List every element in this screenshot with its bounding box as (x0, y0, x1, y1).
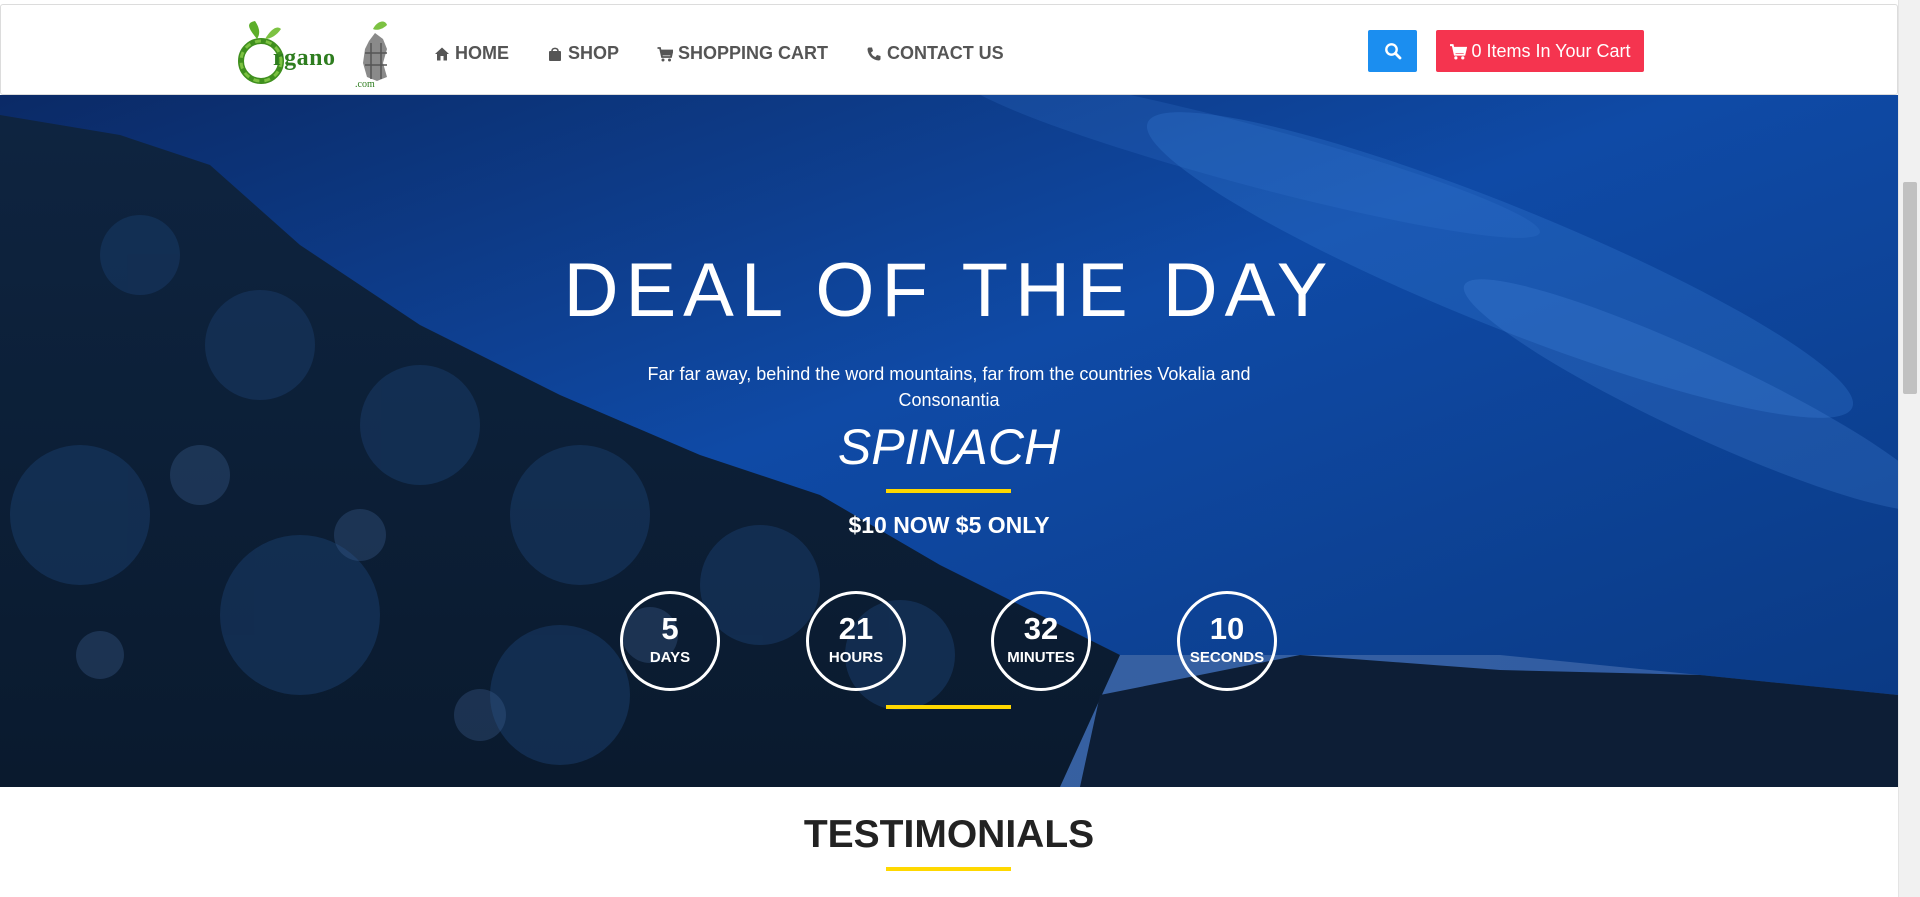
navbar: rgano .com HOME SHOP SHOPPING CART CONTA… (0, 4, 1898, 95)
nav-shopping-cart-label: SHOPPING CART (678, 43, 829, 63)
nav-shop-label: SHOP (568, 43, 620, 63)
nav-shopping-cart-link[interactable]: SHOPPING CART (656, 43, 828, 64)
countdown-days-label: DAYS (649, 649, 691, 666)
hero-title: DEAL OF THE DAY (563, 248, 1335, 333)
countdown-hours-value: 21 (838, 611, 874, 646)
countdown-days-value: 5 (661, 611, 679, 646)
page-scrollbar[interactable] (1898, 0, 1920, 897)
countdown-seconds-label: SECONDS (1189, 649, 1265, 666)
nav-home-label: HOME (455, 43, 509, 63)
cart-icon (656, 45, 674, 63)
countdown-minutes-label: MINUTES (1007, 649, 1075, 666)
search-button[interactable] (1368, 30, 1417, 72)
page: rgano .com HOME SHOP SHOPPING CART CONTA… (0, 0, 1920, 897)
deal-of-the-day-hero: DEAL OF THE DAY Far far away, behind the… (0, 95, 1898, 787)
testimonials-heading: TESTIMONIALS (803, 813, 1095, 856)
product-underline (886, 489, 1011, 493)
phone-icon (865, 45, 883, 63)
nav-contact-label: CONTACT US (887, 43, 1004, 63)
hero-subtitle: Far far away, behind the word mountains,… (647, 364, 1251, 410)
scrollbar-thumb[interactable] (1903, 182, 1917, 394)
countdown-minutes: 32 MINUTES (991, 591, 1091, 691)
home-icon (433, 45, 451, 63)
shopping-bag-icon (546, 45, 564, 63)
deal-price: $10 NOW $5 ONLY (848, 512, 1050, 538)
countdown-days: 5 DAYS (620, 591, 720, 691)
countdown-hours-label: HOURS (828, 649, 884, 666)
nav-shop-link[interactable]: SHOP (546, 43, 619, 64)
nav-contact-link[interactable]: CONTACT US (865, 43, 1004, 64)
search-icon (1384, 43, 1401, 60)
countdown-hours: 21 HOURS (806, 591, 906, 691)
logo-domain: .com (355, 79, 375, 90)
logo[interactable]: rgano .com (237, 19, 397, 95)
cart-icon (1450, 43, 1468, 59)
main-nav: HOME SHOP SHOPPING CART CONTACT US (433, 43, 1041, 64)
deal-product-name: SPINACH (837, 419, 1061, 475)
countdown-minutes-value: 32 (1023, 611, 1059, 646)
nav-home-link[interactable]: HOME (433, 43, 509, 64)
countdown-underline (886, 705, 1011, 709)
cart-button-label: 0 Items In Your Cart (1471, 40, 1631, 61)
cart-button[interactable]: 0 Items In Your Cart (1436, 30, 1644, 72)
countdown-seconds-value: 10 (1209, 611, 1245, 646)
countdown-seconds: 10 SECONDS (1177, 591, 1277, 691)
testimonials-underline (886, 867, 1011, 871)
countdown-timer: 5 DAYS 21 HOURS 32 MINUTES 10 SECONDS (620, 591, 1280, 691)
logo-text: rgano (273, 45, 336, 71)
